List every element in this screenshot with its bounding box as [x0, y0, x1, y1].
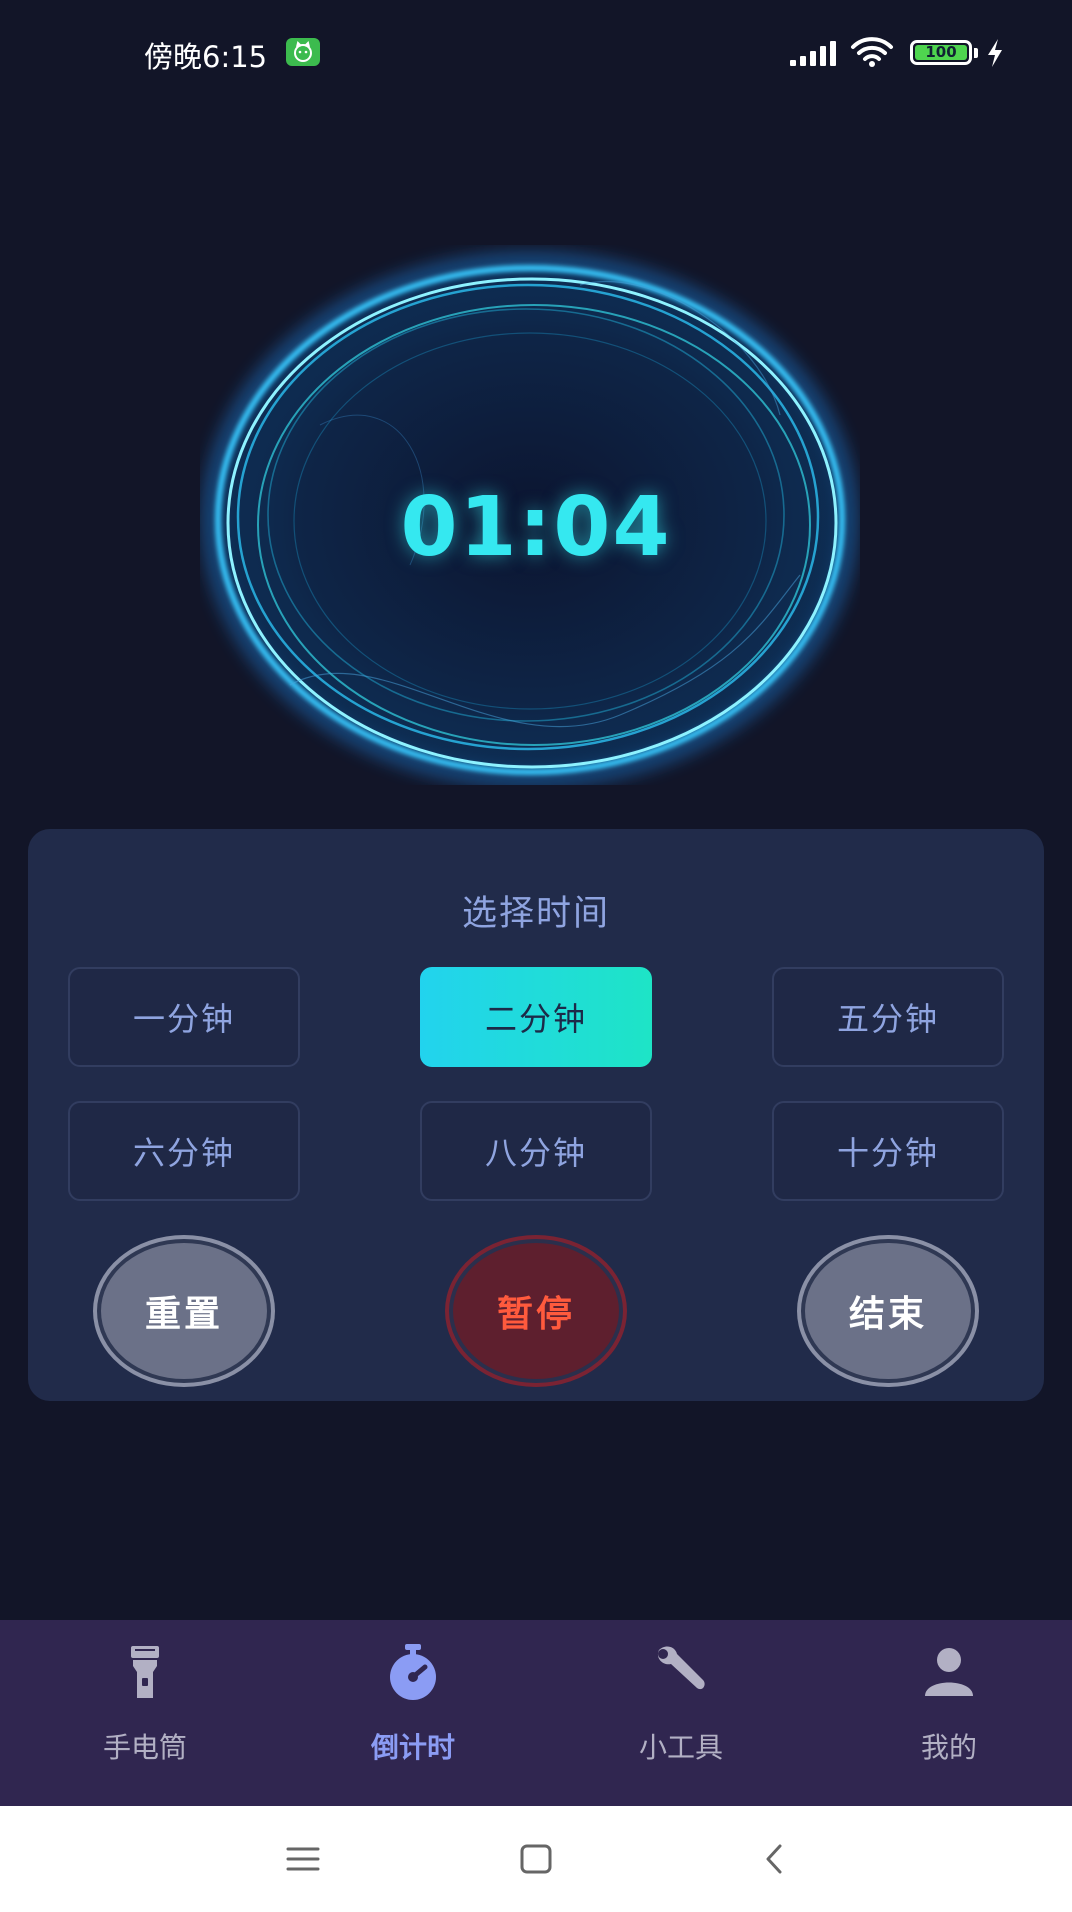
status-time: 傍晚6:15 — [144, 40, 268, 74]
time-option-10min[interactable]: 十分钟 — [772, 1101, 1004, 1201]
time-selection-panel: 选择时间 一分钟 二分钟 五分钟 六分钟 八分钟 十分钟 重置 暂停 结束 — [28, 829, 1044, 1401]
battery-level: 100 — [915, 45, 967, 60]
person-icon — [919, 1642, 979, 1702]
nav-item-countdown[interactable]: 倒计时 — [313, 1620, 513, 1806]
cat-face-icon — [286, 38, 320, 66]
panel-title: 选择时间 — [461, 894, 610, 934]
nav-label-countdown: 倒计时 — [370, 1731, 455, 1764]
time-option-5min[interactable]: 五分钟 — [772, 967, 1004, 1067]
nav-label-flashlight: 手电筒 — [102, 1731, 187, 1764]
countdown-display: 01:04 — [400, 480, 672, 575]
nav-label-tools: 小工具 — [638, 1731, 723, 1764]
bottom-nav: 手电筒 倒计时 小工具 我的 — [0, 1620, 1072, 1806]
system-nav-bar — [0, 1806, 1072, 1912]
time-option-6min[interactable]: 六分钟 — [68, 1101, 300, 1201]
flashlight-icon — [115, 1642, 175, 1702]
end-button[interactable]: 结束 — [801, 1239, 975, 1383]
nav-item-profile[interactable]: 我的 — [849, 1620, 1049, 1806]
time-option-8min[interactable]: 八分钟 — [420, 1101, 652, 1201]
nav-label-profile: 我的 — [920, 1731, 977, 1764]
reset-button[interactable]: 重置 — [97, 1239, 271, 1383]
menu-icon[interactable] — [280, 1836, 326, 1882]
nav-item-tools[interactable]: 小工具 — [581, 1620, 781, 1806]
battery-icon: 100 — [910, 40, 972, 65]
signal-icon — [790, 40, 836, 66]
back-icon[interactable] — [752, 1836, 798, 1882]
status-bar: 傍晚6:15 100 — [0, 0, 1072, 104]
nav-item-flashlight[interactable]: 手电筒 — [45, 1620, 245, 1806]
wrench-icon — [651, 1642, 711, 1702]
pause-button[interactable]: 暂停 — [449, 1239, 623, 1383]
time-option-2min[interactable]: 二分钟 — [420, 967, 652, 1067]
charging-icon — [985, 38, 1005, 68]
stopwatch-icon — [383, 1642, 443, 1702]
wifi-icon — [850, 36, 894, 68]
home-icon[interactable] — [513, 1836, 559, 1882]
time-option-1min[interactable]: 一分钟 — [68, 967, 300, 1067]
battery-cap — [974, 48, 978, 58]
